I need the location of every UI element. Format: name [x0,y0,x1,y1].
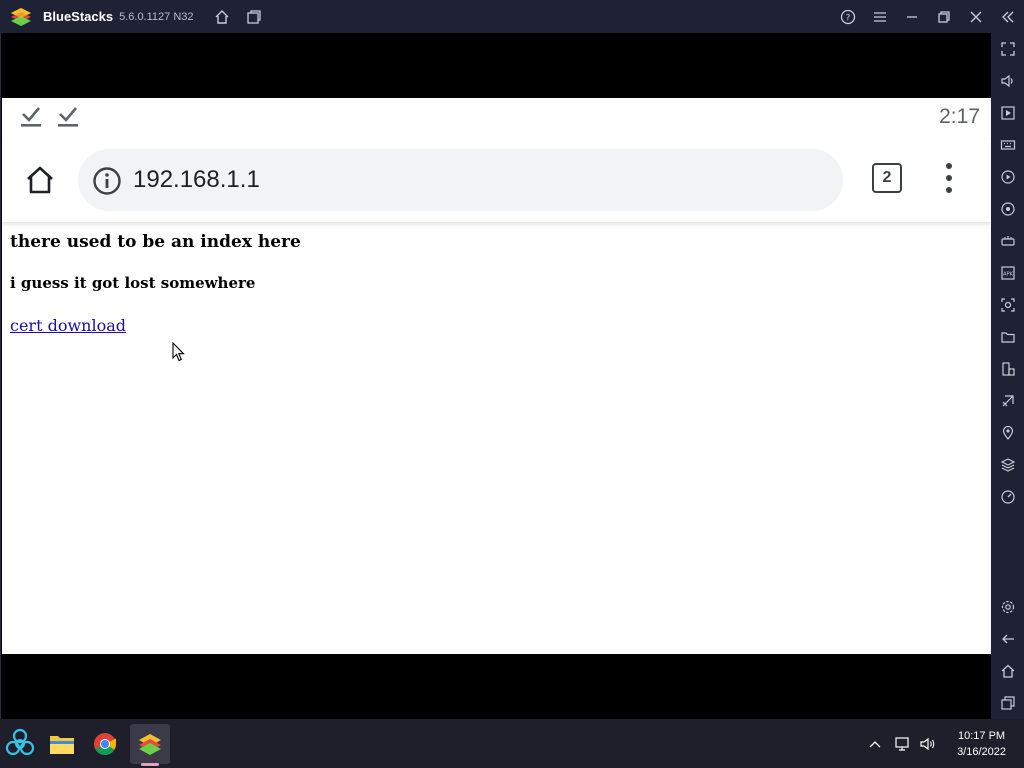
emulator-screen: 2:17 192.168.1.1 2 there used to be an i… [0,33,992,719]
folder-icon[interactable] [991,321,1024,353]
start-biohazard-icon[interactable] [0,724,40,764]
performance-icon[interactable] [991,481,1024,513]
cert-download-link[interactable]: cert download [10,316,126,335]
url-text[interactable]: 192.168.1.1 [133,166,260,194]
settings-icon[interactable] [991,591,1024,623]
macro-icon[interactable] [991,161,1024,193]
rotate-icon[interactable] [991,193,1024,225]
speaker-icon[interactable] [917,719,941,768]
keyboard-icon[interactable] [991,129,1024,161]
game-controls-icon[interactable] [991,225,1024,257]
system-clock[interactable]: 10:17 PM 3/16/2022 [957,728,1006,760]
status-time: 2:17 [939,105,980,128]
browser-toolbar: 192.168.1.1 2 [2,140,992,222]
close-icon[interactable] [960,0,992,33]
back-icon[interactable] [991,623,1024,655]
mouse-cursor-icon [172,341,186,367]
chrome-icon[interactable] [85,724,125,764]
volume-icon[interactable] [991,65,1024,97]
network-icon[interactable] [891,719,915,768]
minimize-icon[interactable] [896,0,928,33]
restore-icon[interactable] [928,0,960,33]
clock-time: 10:17 PM [957,730,1006,742]
media-icon[interactable] [991,97,1024,129]
android-display: 2:17 192.168.1.1 2 there used to be an i… [2,98,992,654]
file-explorer-icon[interactable] [42,724,82,764]
tray-overflow-icon[interactable] [864,719,886,768]
apk-icon[interactable]: APK [991,257,1024,289]
recents-icon[interactable] [991,687,1024,719]
title-bar: BlueStacks 5.6.0.1127 N32 ? [0,0,1024,33]
help-icon[interactable]: ? [832,0,864,33]
svg-text:?: ? [846,13,851,23]
windows-taskbar: 10:17 PM 3/16/2022 [0,719,1024,768]
browser-home-button[interactable] [22,162,58,198]
home-icon[interactable] [991,655,1024,687]
multi-instance-icon[interactable] [991,353,1024,385]
page-subheading: i guess it got lost somewhere [10,274,256,292]
tab-switcher-button[interactable]: 2 [872,163,902,193]
bluestacks-taskbar-icon[interactable] [130,724,170,764]
overflow-menu-button[interactable] [937,160,961,196]
fullscreen-icon[interactable] [991,33,1024,65]
active-app-indicator [141,763,159,766]
app-version: 5.6.0.1127 N32 [119,10,194,23]
layers-icon[interactable] [991,449,1024,481]
bluestacks-logo-icon [10,6,32,28]
multi-instance-icon[interactable] [238,0,270,33]
android-status-bar: 2:17 [2,98,992,140]
eco-mode-icon[interactable] [991,385,1024,417]
screenshot-icon[interactable] [991,289,1024,321]
page-heading: there used to be an index here [10,232,301,252]
svg-text:APK: APK [1003,272,1013,278]
home-icon [27,166,53,194]
clock-date: 3/16/2022 [957,746,1006,758]
collapse-sidebar-icon[interactable] [992,0,1024,33]
bluestacks-sidebar: APK [991,33,1024,719]
location-icon[interactable] [991,417,1024,449]
download-complete-icon [20,104,42,128]
download-complete-icon [57,104,79,128]
web-page-content: there used to be an index here i guess i… [2,222,992,654]
menu-icon[interactable] [864,0,896,33]
app-title: BlueStacks [43,9,114,24]
address-bar[interactable]: 192.168.1.1 [78,149,843,211]
home-icon[interactable] [206,0,238,33]
info-icon[interactable] [92,166,122,196]
